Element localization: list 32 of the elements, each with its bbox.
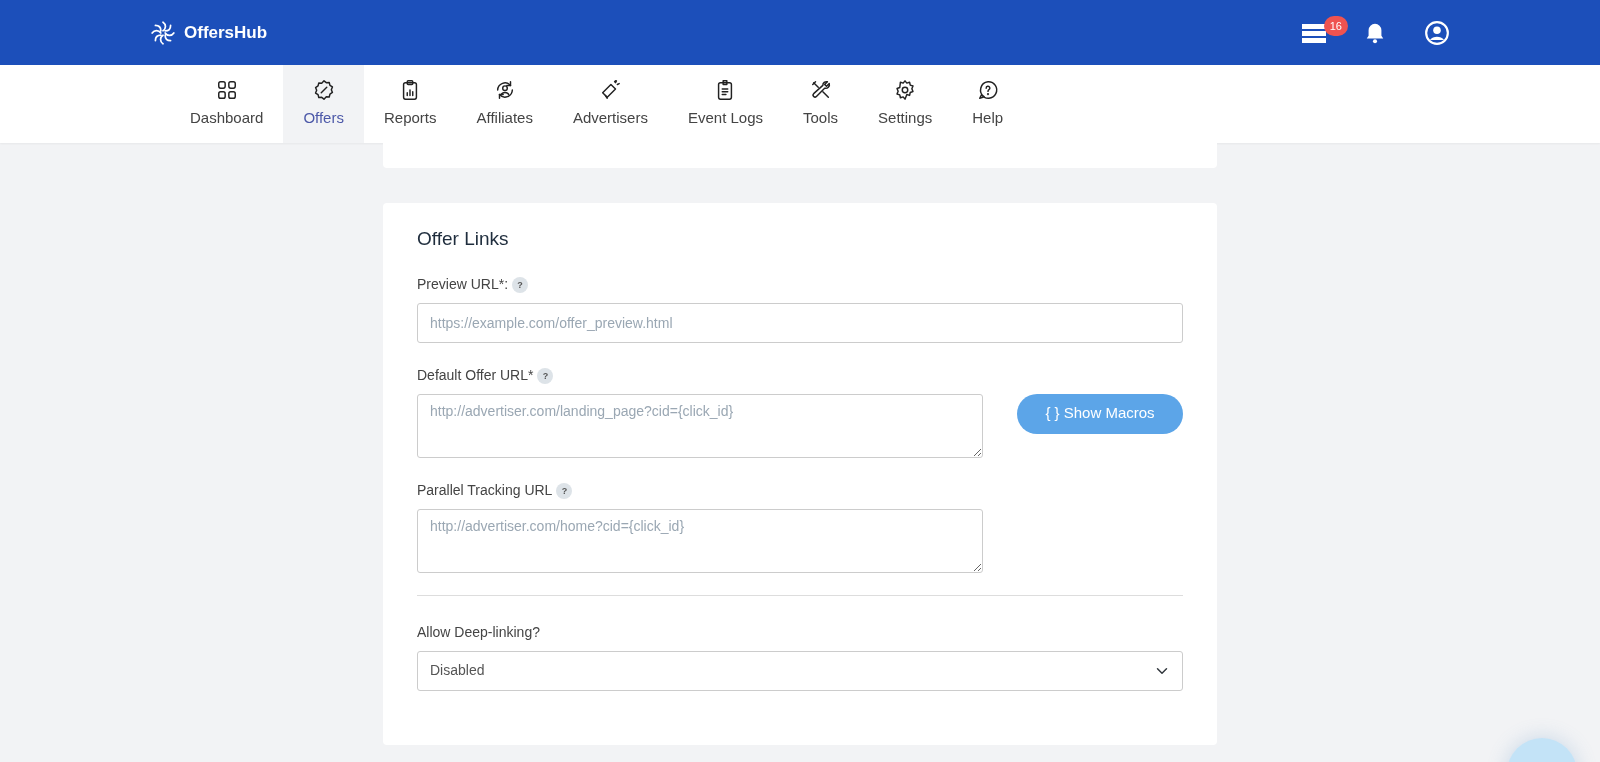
- nav-tab[interactable]: Help: [952, 65, 1024, 143]
- field-label: Preview URL*:: [417, 275, 509, 292]
- nav-tab[interactable]: Offers: [283, 65, 364, 143]
- gear-icon: [894, 78, 917, 101]
- brand-name: OffersHub: [184, 21, 268, 44]
- bell-icon[interactable]: [1364, 21, 1386, 44]
- notification-count: 16: [1323, 15, 1348, 36]
- url-textarea[interactable]: http://advertiser.com/landing_page?cid={click_id}: [417, 393, 983, 458]
- swirl-logo-icon: [150, 19, 176, 46]
- server-stack-icon[interactable]: [1302, 22, 1326, 43]
- nav-tab[interactable]: Affiliates: [456, 65, 553, 143]
- grid-icon: [215, 78, 238, 101]
- user-avatar-icon[interactable]: [1424, 19, 1450, 46]
- deep-linking-select[interactable]: Disabled: [417, 650, 1183, 691]
- badge-icon: [312, 78, 335, 101]
- nav-tab[interactable]: Tools: [783, 65, 859, 143]
- field-label: Default Offer URL*: [417, 366, 534, 383]
- field-label: Parallel Tracking URL: [417, 481, 553, 498]
- help-icon: [976, 78, 999, 101]
- help-icon[interactable]: ?: [537, 367, 554, 384]
- tools-icon: [809, 78, 832, 101]
- nav-tab[interactable]: Advertisers: [552, 65, 668, 143]
- nav-tab[interactable]: Event Logs: [667, 65, 783, 143]
- help-icon[interactable]: ?: [556, 482, 573, 499]
- nav-tab[interactable]: Reports: [363, 65, 457, 143]
- card-title: Offer Links: [417, 227, 510, 251]
- help-icon[interactable]: ?: [512, 276, 529, 293]
- nav-tab[interactable]: Dashboard: [170, 65, 284, 143]
- url-textarea[interactable]: http://advertiser.com/home?cid={click_id}: [417, 508, 983, 573]
- url-input[interactable]: https://example.com/offer_preview.html: [417, 302, 1183, 343]
- nav-tab[interactable]: Settings: [858, 65, 953, 143]
- field-label: Allow Deep-linking?: [417, 623, 540, 640]
